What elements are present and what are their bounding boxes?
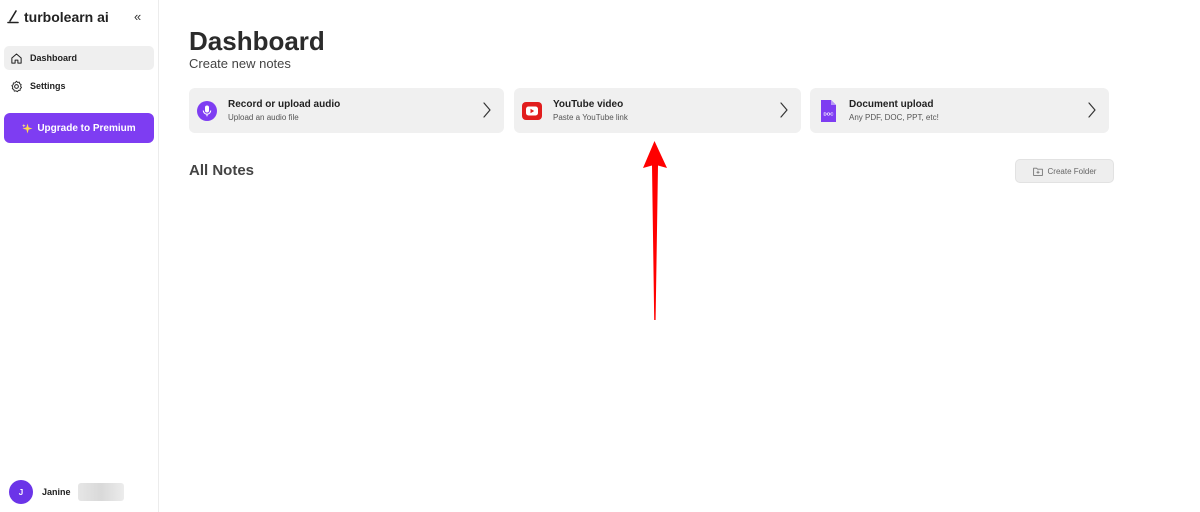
home-icon: [11, 53, 22, 64]
card-subtitle: Any PDF, DOC, PPT, etc!: [849, 113, 939, 122]
redacted-surname: [77, 483, 124, 501]
card-subtitle: Paste a YouTube link: [553, 113, 628, 122]
card-subtitle: Upload an audio file: [228, 113, 299, 122]
upgrade-label: Upgrade to Premium: [37, 122, 136, 134]
folder-plus-icon: [1032, 167, 1043, 176]
chevron-right-icon: [483, 102, 491, 118]
user-name: Janine: [42, 487, 71, 497]
sidebar-item-label: Dashboard: [30, 53, 78, 63]
upgrade-to-premium-button[interactable]: Upgrade to Premium: [4, 113, 154, 143]
chevron-right-icon: [1088, 102, 1096, 118]
brand-name: turbolearn ai: [24, 9, 109, 25]
page-subtitle: Create new notes: [189, 56, 291, 71]
microphone-icon: [197, 100, 217, 121]
sparkle-icon: [22, 122, 33, 134]
document-upload-card[interactable]: DOC Document upload Any PDF, DOC, PPT, e…: [810, 88, 1109, 133]
record-audio-card[interactable]: Record or upload audio Upload an audio f…: [189, 88, 504, 133]
create-folder-label: Create Folder: [1047, 166, 1097, 176]
card-title: Document upload: [849, 99, 934, 110]
youtube-icon: [522, 101, 542, 121]
card-title: YouTube video: [553, 99, 624, 110]
sidebar-item-dashboard[interactable]: Dashboard: [4, 46, 154, 70]
brand-logo[interactable]: turbolearn ai: [7, 9, 109, 25]
create-folder-button[interactable]: Create Folder: [1015, 159, 1114, 183]
svg-text:DOC: DOC: [824, 111, 835, 116]
document-icon: DOC: [818, 99, 838, 122]
sidebar: turbolearn ai « Dashboard Settings Upgra…: [0, 0, 159, 512]
page-title: Dashboard: [189, 26, 325, 56]
gear-icon: [11, 80, 22, 92]
annotation-arrow-icon: [643, 141, 667, 320]
chevron-right-icon: [780, 102, 788, 118]
user-profile[interactable]: J Janine: [9, 480, 124, 504]
card-title: Record or upload audio: [228, 99, 341, 110]
sidebar-item-label: Settings: [30, 81, 66, 91]
all-notes-heading: All Notes: [189, 162, 255, 179]
turbolearn-logo-icon: [7, 10, 19, 24]
avatar: J: [9, 480, 33, 504]
sidebar-item-settings[interactable]: Settings: [4, 74, 154, 98]
youtube-video-card[interactable]: YouTube video Paste a YouTube link: [514, 88, 801, 133]
collapse-sidebar-button[interactable]: «: [134, 9, 141, 24]
